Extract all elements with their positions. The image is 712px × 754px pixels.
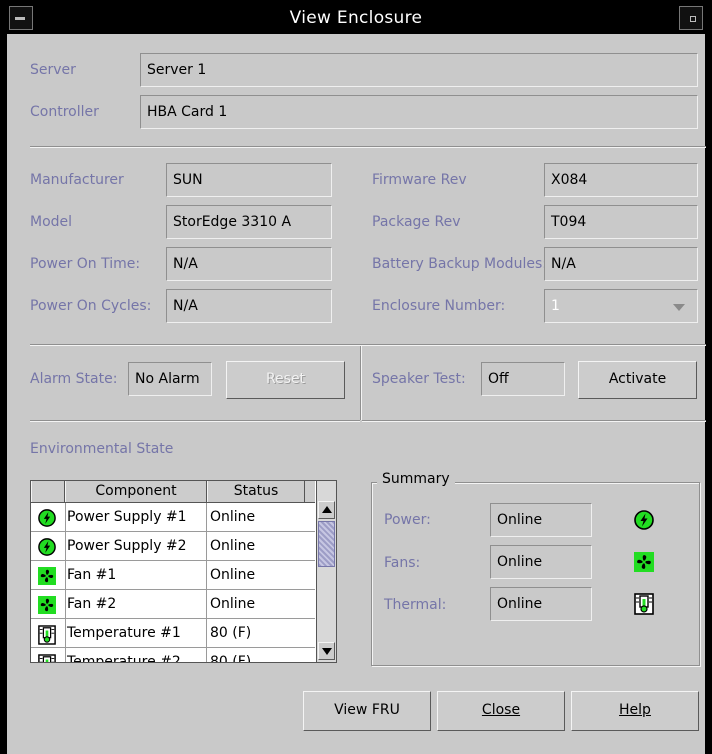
row-icon-cell xyxy=(31,503,66,531)
summary-thermal-label: Thermal: xyxy=(384,597,447,613)
window-maximize-button[interactable] xyxy=(679,6,703,30)
manufacturer-field: SUN xyxy=(166,163,332,197)
environmental-state-label: Environmental State xyxy=(30,441,174,457)
fan-icon xyxy=(38,567,56,585)
battery-backup-label: Battery Backup Modules: xyxy=(372,256,547,272)
package-rev-field: T094 xyxy=(544,205,698,239)
alarm-state-label: Alarm State: xyxy=(30,371,118,387)
manufacturer-label: Manufacturer xyxy=(30,172,124,188)
component-cell: Fan #1 xyxy=(66,561,207,589)
row-icon-cell xyxy=(31,590,66,618)
row-icon-cell xyxy=(31,561,66,589)
status-cell: 80 (F) xyxy=(210,654,252,663)
server-label: Server xyxy=(30,62,76,78)
summary-fans-label: Fans: xyxy=(384,555,421,571)
status-cell: Online xyxy=(210,538,256,554)
package-rev-label: Package Rev xyxy=(372,214,461,230)
column-header-component[interactable]: Component xyxy=(65,481,207,502)
table-row[interactable]: Fan #1 Online xyxy=(31,561,315,590)
thermometer-icon xyxy=(634,593,654,615)
column-header-status[interactable]: Status xyxy=(207,481,305,502)
component-cell: Temperature #1 xyxy=(66,619,207,647)
view-enclosure-window: View Enclosure Server Server 1 Controlle… xyxy=(0,0,712,754)
activate-button[interactable]: Activate xyxy=(578,361,697,399)
view-fru-button[interactable]: View FRU xyxy=(303,691,431,731)
reset-button[interactable]: Reset xyxy=(226,361,345,399)
column-header-icon xyxy=(31,481,65,502)
chevron-down-icon[interactable] xyxy=(673,304,685,311)
table-scrollbar[interactable] xyxy=(316,481,336,662)
model-label: Model xyxy=(30,214,73,230)
enclosure-number-label: Enclosure Number: xyxy=(372,298,506,314)
power-icon xyxy=(634,510,654,530)
controller-label: Controller xyxy=(30,104,99,120)
scroll-down-icon[interactable] xyxy=(318,642,335,660)
power-on-time-label: Power On Time: xyxy=(30,256,141,272)
alarm-state-field: No Alarm xyxy=(128,362,212,396)
thermometer-icon xyxy=(38,625,56,645)
window-title: View Enclosure xyxy=(289,8,423,28)
close-button[interactable]: Close xyxy=(437,691,565,731)
fan-icon xyxy=(634,552,654,572)
table-header: Component Status xyxy=(31,481,315,503)
model-field: StorEdge 3310 A xyxy=(166,205,332,239)
status-cell: Online xyxy=(210,567,256,583)
summary-thermal-field: Online xyxy=(490,587,592,621)
power-icon xyxy=(38,509,56,527)
power-on-cycles-field: N/A xyxy=(166,289,332,323)
row-icon-cell xyxy=(31,648,66,662)
fan-icon xyxy=(38,596,56,614)
divider-vertical xyxy=(360,346,362,420)
power-on-time-field: N/A xyxy=(166,247,332,281)
power-icon xyxy=(38,538,56,556)
divider-lower-right xyxy=(362,420,706,422)
summary-title: Summary xyxy=(377,471,455,487)
enclosure-number-value: 1 xyxy=(551,298,560,314)
speaker-test-label: Speaker Test: xyxy=(372,371,466,387)
summary-power-label: Power: xyxy=(384,512,431,528)
firmware-rev-field: X084 xyxy=(544,163,698,197)
status-cell: Online xyxy=(210,509,256,525)
status-cell: 80 (F) xyxy=(210,625,252,641)
firmware-rev-label: Firmware Rev xyxy=(372,172,467,188)
component-cell: Power Supply #2 xyxy=(66,532,207,560)
status-cell: Online xyxy=(210,596,256,612)
summary-power-field: Online xyxy=(490,503,592,537)
row-icon-cell xyxy=(31,619,66,647)
speaker-test-field: Off xyxy=(481,362,565,396)
component-cell: Fan #2 xyxy=(66,590,207,618)
help-button-label: Help xyxy=(619,702,651,718)
component-cell: Power Supply #1 xyxy=(66,503,207,531)
close-button-label: Close xyxy=(481,702,521,718)
table-row[interactable]: Temperature #2 80 (F) xyxy=(31,648,315,663)
thermometer-icon xyxy=(38,654,56,662)
component-cell: Temperature #2 xyxy=(66,648,207,662)
table-row[interactable]: Power Supply #2 Online xyxy=(31,532,315,561)
table-row[interactable]: Temperature #1 80 (F) xyxy=(31,619,315,648)
table-body: Power Supply #1 Online Power Supply #2 Onli… xyxy=(31,503,315,663)
divider-top xyxy=(30,146,706,148)
divider-middle xyxy=(30,344,706,346)
table-row[interactable]: Power Supply #1 Online xyxy=(31,503,315,532)
table-row[interactable]: Fan #2 Online xyxy=(31,590,315,619)
component-table[interactable]: Component Status Power Supply #1 Online Po… xyxy=(30,480,337,663)
enclosure-number-combo[interactable]: 1 xyxy=(544,289,698,323)
server-field: Server 1 xyxy=(140,53,698,87)
summary-fans-field: Online xyxy=(490,545,592,579)
row-icon-cell xyxy=(31,532,66,560)
title-bar[interactable]: View Enclosure xyxy=(7,0,705,34)
window-frame-left xyxy=(0,0,7,754)
scroll-up-icon[interactable] xyxy=(318,501,335,519)
window-frame-right xyxy=(705,0,712,754)
scrollbar-thumb[interactable] xyxy=(318,521,335,567)
battery-backup-field: N/A xyxy=(544,247,698,281)
divider-lower-left xyxy=(30,420,360,422)
controller-field: HBA Card 1 xyxy=(140,95,698,129)
help-button[interactable]: Help xyxy=(571,691,699,731)
power-on-cycles-label: Power On Cycles: xyxy=(30,298,152,314)
